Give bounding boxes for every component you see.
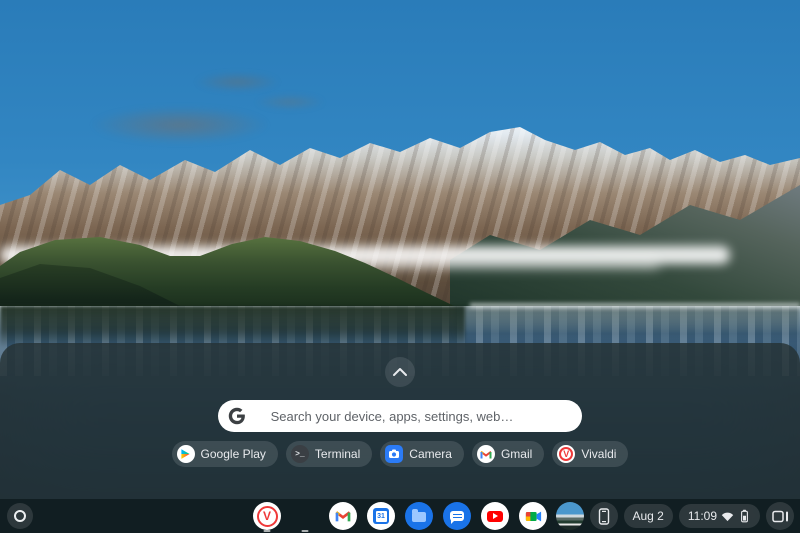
chip-label: Google Play [201,447,266,461]
terminal-icon: >_ [291,445,309,463]
chip-label: Gmail [501,447,532,461]
files-icon [405,502,433,530]
search-bar[interactable] [218,400,582,432]
cloud [90,106,270,144]
shelf-app-calendar[interactable]: 31 [367,502,395,530]
wifi-icon [721,511,734,522]
chip-terminal[interactable]: >_ Terminal [286,441,372,467]
shelf-apps: V [253,502,547,530]
google-play-icon [177,445,195,463]
suggested-apps-row: Google Play >_ Terminal Camera [0,441,800,467]
gmail-icon [477,445,495,463]
calendar-icon: 31 [367,502,395,530]
screenshot-thumbnail[interactable] [556,502,584,530]
overview-button[interactable] [766,502,794,530]
shelf-app-chrome[interactable] [291,502,319,530]
camera-icon [385,445,403,463]
chip-vivaldi[interactable]: V Vivaldi [552,441,628,467]
shelf-app-vivaldi[interactable]: V [253,502,281,530]
shelf-app-messages[interactable] [443,502,471,530]
launcher-button[interactable] [7,503,33,529]
vivaldi-icon: V [557,445,575,463]
launcher-circle-icon [14,510,26,522]
shelf-app-youtube[interactable] [481,502,509,530]
calendar-day-badge: 31 [376,511,387,522]
wallpaper-slope-reflection [455,306,800,340]
gmail-icon [329,502,357,530]
shelf: V [0,499,800,533]
chip-label: Terminal [315,447,360,461]
cloud [195,72,280,92]
chip-label: Vivaldi [581,447,616,461]
phone-icon [597,508,611,525]
status-tray-pill[interactable]: 11:09 [679,504,760,528]
phone-hub-button[interactable] [590,502,618,530]
chip-gmail[interactable]: Gmail [472,441,544,467]
chip-camera[interactable]: Camera [380,441,464,467]
youtube-icon [481,502,509,530]
wallpaper-island-reflection [0,306,465,348]
meet-icon [519,502,547,530]
running-indicator [302,530,309,532]
chromeos-desktop: Google Play >_ Terminal Camera [0,0,800,533]
battery-icon [738,509,751,523]
vivaldi-icon: V [253,502,281,530]
chevron-up-icon [392,367,408,377]
cloud [255,94,325,110]
running-indicator [264,530,271,532]
chip-google-play[interactable]: Google Play [172,441,278,467]
search-input[interactable] [246,409,572,424]
google-g-icon [228,407,246,425]
time-text: 11:09 [688,509,717,523]
shelf-app-meet[interactable] [519,502,547,530]
overview-icon [772,510,789,523]
shelf-app-gmail[interactable] [329,502,357,530]
status-area: Aug 2 11:09 [556,499,795,533]
chip-label: Camera [409,447,452,461]
shelf-app-files[interactable] [405,502,433,530]
launcher-panel: Google Play >_ Terminal Camera [0,343,800,499]
date-pill[interactable]: Aug 2 [624,504,673,528]
messages-icon [443,502,471,530]
expand-launcher-button[interactable] [385,357,415,387]
date-text: Aug 2 [633,509,664,523]
wallpaper-shoreline [470,303,800,308]
